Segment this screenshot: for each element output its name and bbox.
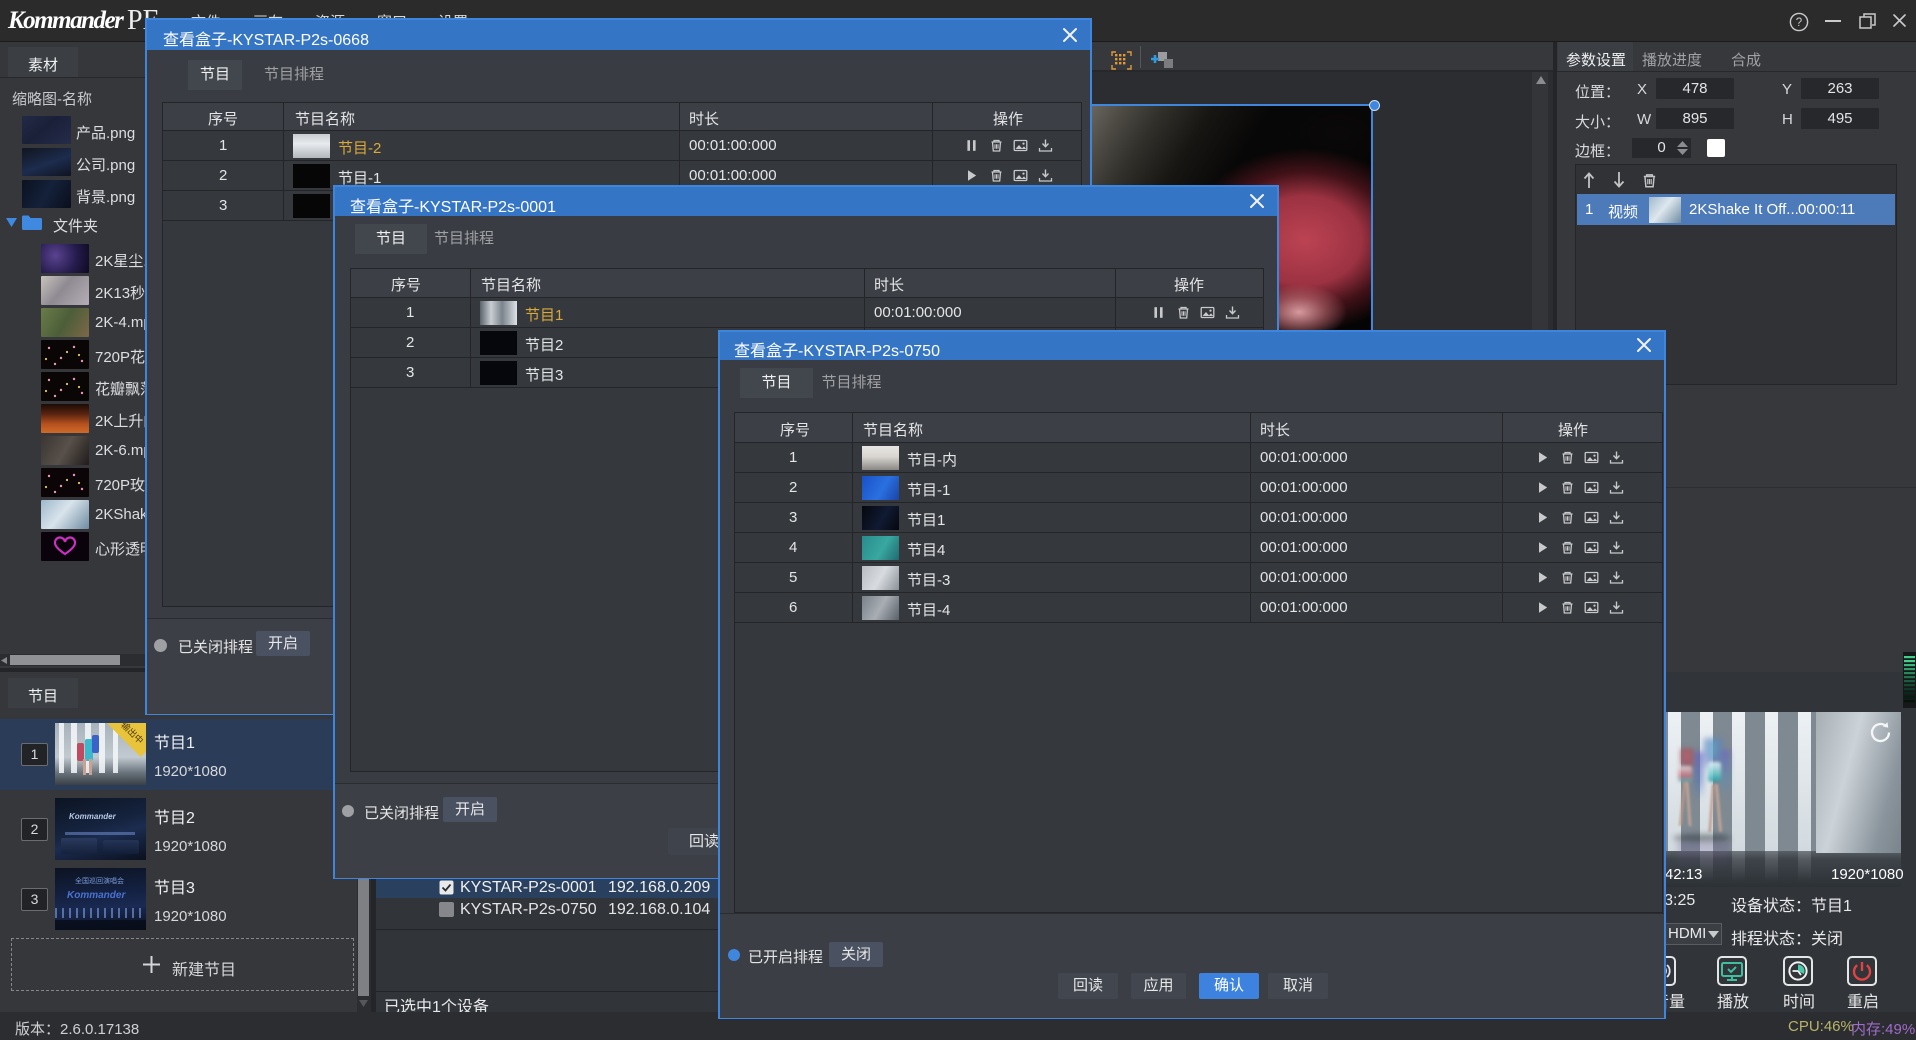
svg-text:?: ? (1796, 17, 1802, 29)
